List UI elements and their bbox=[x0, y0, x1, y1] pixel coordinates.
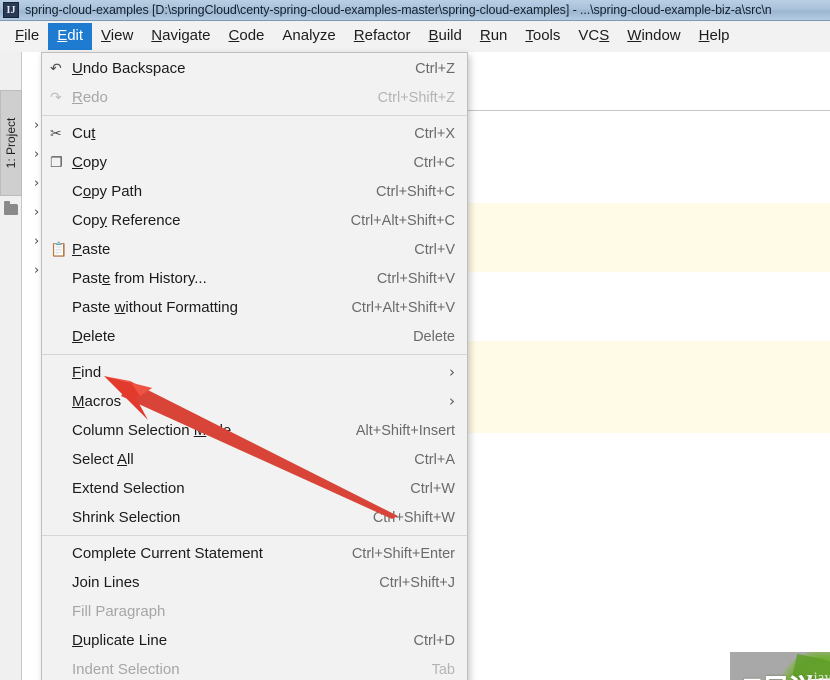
menu-item-shortcut: Ctrl+C bbox=[413, 154, 456, 171]
left-tool-strip: 1: Project bbox=[0, 52, 22, 680]
menu-item-label: Copy bbox=[72, 154, 108, 171]
watermark-domain: xiayx.com bbox=[806, 670, 830, 680]
menu-item-shortcut: Alt+Shift+Insert bbox=[355, 422, 455, 439]
menubar-item-tools[interactable]: Tools bbox=[516, 23, 569, 50]
menu-item-extend-selection[interactable]: Extend Selection Ctrl+W bbox=[42, 474, 467, 503]
menu-item-label: Paste without Formatting bbox=[72, 299, 238, 316]
menu-item-redo: ↷ Redo Ctrl+Shift+Z bbox=[42, 83, 467, 112]
menu-item-label: Copy Reference bbox=[72, 212, 181, 229]
menu-item-label: Complete Current Statement bbox=[72, 545, 263, 562]
menu-item-shortcut: Ctrl+Shift+W bbox=[372, 509, 455, 526]
menu-item-shortcut: Ctrl+D bbox=[413, 632, 456, 649]
menu-item-shortcut: Ctrl+Shift+J bbox=[379, 574, 455, 591]
menu-item-label: Copy Path bbox=[72, 183, 143, 200]
window-title: spring-cloud-examples [D:\springCloud\ce… bbox=[25, 3, 772, 17]
menubar-item-run[interactable]: Run bbox=[471, 23, 517, 50]
menu-item-label: Cut bbox=[72, 125, 96, 142]
menubar-item-help[interactable]: Help bbox=[690, 23, 739, 50]
menu-item-cut[interactable]: ✂ Cut Ctrl+X bbox=[42, 119, 467, 148]
menu-item-shortcut: Ctrl+X bbox=[414, 125, 455, 142]
menu-item-shortcut: Tab bbox=[431, 661, 455, 678]
menu-item-find[interactable]: Find › bbox=[42, 358, 467, 387]
sidebar-item-project[interactable]: 1: Project bbox=[0, 90, 22, 196]
menu-separator bbox=[42, 535, 467, 536]
menu-item-label: Join Lines bbox=[72, 574, 140, 591]
menu-item-shortcut: Ctrl+Shift+C bbox=[376, 183, 455, 200]
menubar-item-analyze[interactable]: Analyze bbox=[273, 23, 344, 50]
main-menubar[interactable]: File Edit View Navigate Code Analyze Refactor B… bbox=[0, 21, 830, 52]
menu-item-shortcut: Ctrl+Shift+Enter bbox=[351, 545, 455, 562]
menu-item-label: Redo bbox=[72, 89, 108, 106]
menubar-item-window[interactable]: Window bbox=[618, 23, 689, 50]
menu-separator bbox=[42, 354, 467, 355]
menubar-item-build[interactable]: Build bbox=[419, 23, 470, 50]
menu-separator bbox=[42, 115, 467, 116]
menu-item-label: Find bbox=[72, 364, 102, 381]
app-logo-icon: IJ bbox=[3, 2, 19, 18]
folder-icon bbox=[4, 201, 18, 215]
menu-item-copy-path[interactable]: Copy Path Ctrl+Shift+C bbox=[42, 177, 467, 206]
copy-icon: ❐ bbox=[50, 154, 63, 171]
menu-item-label: Fill Paragraph bbox=[72, 603, 166, 620]
menu-item-paste[interactable]: 📋 Paste Ctrl+V bbox=[42, 235, 467, 264]
menu-item-join-lines[interactable]: Join Lines Ctrl+Shift+J bbox=[42, 568, 467, 597]
menu-item-shrink-selection[interactable]: Shrink Selection Ctrl+Shift+W bbox=[42, 503, 467, 532]
menu-item-shortcut: Ctrl+Z bbox=[415, 60, 455, 77]
menu-item-shortcut: Ctrl+Alt+Shift+C bbox=[350, 212, 455, 229]
menu-item-complete-current-statement[interactable]: Complete Current Statement Ctrl+Shift+Ent… bbox=[42, 539, 467, 568]
cut-icon: ✂ bbox=[50, 125, 62, 142]
menu-item-paste-without-formatting[interactable]: Paste without Formatting Ctrl+Alt+Shift+V bbox=[42, 293, 467, 322]
chevron-right-icon: › bbox=[449, 363, 455, 381]
menu-item-duplicate-line[interactable]: Duplicate Line Ctrl+D bbox=[42, 626, 467, 655]
menu-item-macros[interactable]: Macros › bbox=[42, 387, 467, 416]
menu-item-label: Shrink Selection bbox=[72, 509, 181, 526]
watermark: 图 7号游戏网 xiayx.com QIHAOYOUXIWANG 游戏 bbox=[730, 652, 830, 680]
menu-item-label: Macros bbox=[72, 393, 122, 410]
menu-item-label: Undo Backspace bbox=[72, 60, 186, 77]
menu-item-shortcut: Delete bbox=[413, 328, 455, 345]
redo-icon: ↷ bbox=[50, 89, 62, 106]
menu-item-label: Paste from History... bbox=[72, 270, 207, 287]
menu-item-shortcut: Ctrl+A bbox=[414, 451, 455, 468]
menu-item-copy-reference[interactable]: Copy Reference Ctrl+Alt+Shift+C bbox=[42, 206, 467, 235]
menu-item-label: Extend Selection bbox=[72, 480, 185, 497]
menu-item-label: Paste bbox=[72, 241, 111, 258]
edit-dropdown-menu[interactable]: ↶ Undo Backspace Ctrl+Z ↷ Redo Ctrl+Shift+Z ✂ C… bbox=[41, 52, 468, 680]
menu-item-copy[interactable]: ❐ Copy Ctrl+C bbox=[42, 148, 467, 177]
chevron-right-icon: › bbox=[449, 392, 455, 410]
project-tab-label: 1: Project bbox=[4, 117, 18, 169]
menu-item-column-selection-mode[interactable]: Column Selection Mode Alt+Shift+Insert bbox=[42, 416, 467, 445]
undo-icon: ↶ bbox=[50, 60, 62, 77]
menu-item-shortcut: Ctrl+V bbox=[414, 241, 455, 258]
menubar-item-code[interactable]: Code bbox=[220, 23, 274, 50]
menu-item-label: Delete bbox=[72, 328, 116, 345]
menu-item-label: Duplicate Line bbox=[72, 632, 168, 649]
menu-item-shortcut: Ctrl+Alt+Shift+V bbox=[351, 299, 455, 316]
menu-item-select-all[interactable]: Select All Ctrl+A bbox=[42, 445, 467, 474]
menu-item-delete[interactable]: Delete Delete bbox=[42, 322, 467, 351]
menubar-item-file[interactable]: File bbox=[6, 23, 48, 50]
menubar-item-vcs[interactable]: VCS bbox=[569, 23, 618, 50]
menu-item-label: Select All bbox=[72, 451, 134, 468]
menu-item-label: Indent Selection bbox=[72, 661, 180, 678]
ide-window: IJ spring-cloud-examples [D:\springCloud… bbox=[0, 0, 830, 680]
menu-item-shortcut: Ctrl+Shift+Z bbox=[377, 89, 455, 106]
menu-item-shortcut: Ctrl+Shift+V bbox=[376, 270, 455, 287]
menu-item-indent-selection: Indent Selection Tab bbox=[42, 655, 467, 680]
menubar-item-edit[interactable]: Edit bbox=[48, 23, 93, 50]
paste-icon: 📋 bbox=[50, 241, 68, 258]
menubar-item-view[interactable]: View bbox=[92, 23, 142, 50]
menubar-item-refactor[interactable]: Refactor bbox=[345, 23, 420, 50]
menu-item-fill-paragraph: Fill Paragraph bbox=[42, 597, 467, 626]
menu-item-paste-from-history[interactable]: Paste from History... Ctrl+Shift+V bbox=[42, 264, 467, 293]
window-titlebar: IJ spring-cloud-examples [D:\springCloud… bbox=[0, 0, 830, 21]
menu-item-shortcut: Ctrl+W bbox=[410, 480, 455, 497]
menubar-item-navigate[interactable]: Navigate bbox=[142, 23, 219, 50]
menu-item-undo-backspace[interactable]: ↶ Undo Backspace Ctrl+Z bbox=[42, 54, 467, 83]
menu-item-label: Column Selection Mode bbox=[72, 422, 232, 439]
